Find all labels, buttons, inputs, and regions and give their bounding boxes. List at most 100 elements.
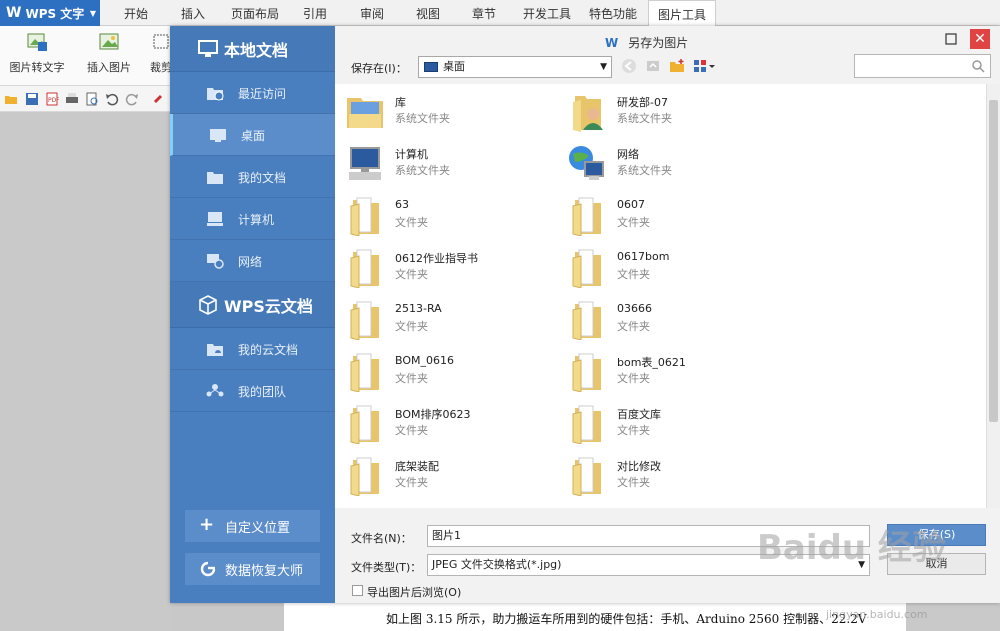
crop-label: 裁剪 <box>150 61 172 74</box>
custom-location-label: 自定义位置 <box>225 520 291 536</box>
file-type: 系统文件夹 <box>617 164 672 177</box>
document-text: 如上图 3.15 所示，助力搬运车所用到的硬件包括：手机、Arduino 256… <box>386 612 867 626</box>
pdf-icon[interactable]: PDF <box>45 92 59 106</box>
view-menu-icon[interactable] <box>693 58 717 74</box>
sidebar-item-label: 计算机 <box>238 213 275 227</box>
cube-icon <box>199 294 217 315</box>
sidebar-item-my-documents[interactable]: 我的文档 <box>170 156 335 198</box>
sidebar-item-my-cloud[interactable]: 我的云文档 <box>170 328 335 370</box>
file-item[interactable]: BOM排序0623 文件夹 <box>339 400 539 445</box>
picture-to-text-button[interactable]: 图片转文字 <box>8 32 66 75</box>
save-as-picture-dialog: 本地文档 最近访问 桌面 我的文档 计算机 网络 WPS云文档 我的云文档 我的… <box>170 26 1000 603</box>
undo-icon[interactable] <box>105 92 119 106</box>
dialog-title: W 另存为图片 <box>605 34 688 51</box>
sidebar-item-recent[interactable]: 最近访问 <box>170 72 335 114</box>
new-folder-icon[interactable] <box>669 58 685 74</box>
sidebar-item-my-team[interactable]: 我的团队 <box>170 370 335 412</box>
file-item[interactable]: 0612作业指导书 文件夹 <box>339 244 539 289</box>
sidebar-item-computer[interactable]: 计算机 <box>170 198 335 240</box>
file-name: 2513-RA <box>395 302 442 315</box>
file-name: BOM_0616 <box>395 354 454 367</box>
tab-insert[interactable]: 插入 <box>181 0 205 26</box>
vertical-scrollbar[interactable] <box>986 84 1000 508</box>
data-recovery-button[interactable]: 数据恢复大师 <box>185 553 320 585</box>
search-input[interactable] <box>854 54 991 78</box>
sidebar-item-network[interactable]: 网络 <box>170 240 335 282</box>
file-item[interactable]: 网络 系统文件夹 <box>561 140 761 184</box>
cloud-docs-header[interactable]: WPS云文档 <box>170 282 335 328</box>
crop-icon <box>153 34 169 49</box>
file-type: 文件夹 <box>395 476 428 489</box>
cloud-docs-label: WPS云文档 <box>224 296 313 316</box>
file-item[interactable]: 03666 文件夹 <box>561 296 761 341</box>
print-icon[interactable] <box>65 92 79 106</box>
custom-location-button[interactable]: + 自定义位置 <box>185 510 320 542</box>
file-item[interactable]: 对比修改 文件夹 <box>561 452 761 497</box>
file-name: BOM排序0623 <box>395 408 471 421</box>
up-folder-icon[interactable] <box>645 58 661 74</box>
print-preview-icon[interactable] <box>85 92 99 106</box>
file-type: 文件夹 <box>617 216 650 229</box>
tab-special[interactable]: 特色功能 <box>589 0 637 26</box>
save-in-label: 保存在(I)： <box>351 62 407 75</box>
file-name: 百度文库 <box>617 408 661 421</box>
tab-developer[interactable]: 开发工具 <box>523 0 571 26</box>
file-item[interactable]: 底架装配 文件夹 <box>339 452 539 497</box>
file-item[interactable]: bom表_0621 文件夹 <box>561 348 761 393</box>
file-item[interactable]: BOM_0616 文件夹 <box>339 348 539 393</box>
file-type: 系统文件夹 <box>617 112 672 125</box>
tab-references[interactable]: 引用 <box>303 0 327 26</box>
format-painter-icon[interactable] <box>152 92 166 106</box>
file-item[interactable]: 计算机 系统文件夹 <box>339 140 539 184</box>
folder-icon <box>345 298 385 341</box>
sidebar-item-label: 最近访问 <box>238 87 287 101</box>
file-item[interactable]: 0617bom 文件夹 <box>561 244 761 289</box>
team-icon <box>206 384 224 397</box>
folder-icon <box>207 172 223 184</box>
open-icon[interactable] <box>4 92 18 106</box>
preview-checkbox-label: 导出图片后浏览(O) <box>367 586 462 599</box>
filetype-label: 文件类型(T)： <box>351 561 422 574</box>
file-item[interactable]: 63 文件夹 <box>339 192 539 237</box>
redo-icon[interactable] <box>125 92 139 106</box>
tab-review[interactable]: 审阅 <box>360 0 384 26</box>
wps-app-menu[interactable]: W WPS 文字 ▼ <box>0 0 100 26</box>
insert-picture-button[interactable]: 插入图片 <box>80 32 138 75</box>
file-type: 文件夹 <box>395 320 428 333</box>
tab-page-layout[interactable]: 页面布局 <box>231 0 279 26</box>
file-item[interactable]: 百度文库 文件夹 <box>561 400 761 445</box>
file-item[interactable]: 2513-RA 文件夹 <box>339 296 539 341</box>
document-background <box>0 112 172 631</box>
file-name: bom表_0621 <box>617 356 686 369</box>
insert-picture-label: 插入图片 <box>87 61 131 74</box>
file-item[interactable]: 0607 文件夹 <box>561 192 761 237</box>
folder-icon <box>345 454 385 497</box>
preview-checkbox[interactable] <box>352 585 363 596</box>
local-docs-label: 本地文档 <box>224 40 289 60</box>
back-icon[interactable] <box>621 58 637 74</box>
close-button[interactable]: ✕ <box>970 29 990 49</box>
sidebar-item-label: 我的文档 <box>238 171 287 185</box>
tab-picture-tools[interactable]: 图片工具 <box>648 0 717 26</box>
sidebar-item-desktop[interactable]: 桌面 <box>170 114 335 156</box>
scrollbar-thumb[interactable] <box>989 100 998 422</box>
file-type: 文件夹 <box>617 424 650 437</box>
file-item[interactable]: 库系统文件夹 <box>339 88 539 132</box>
crop-button[interactable]: 裁剪 <box>150 32 172 75</box>
filename-label: 文件名(N)： <box>351 532 412 545</box>
folder-icon <box>567 402 607 445</box>
wps-logo-icon: W <box>6 5 22 21</box>
menu-bar: W WPS 文字 ▼ 开始 插入 页面布局 引用 审阅 视图 章节 开发工具 特… <box>0 0 1000 26</box>
file-name: 网络 <box>617 148 639 161</box>
save-in-select[interactable]: 桌面 ▼ <box>418 56 612 78</box>
file-type: 文件夹 <box>617 268 650 281</box>
library-icon <box>345 90 385 132</box>
file-type: 文件夹 <box>395 216 428 229</box>
tab-home[interactable]: 开始 <box>124 0 148 26</box>
file-item[interactable]: 研发部-07 系统文件夹 <box>561 88 761 132</box>
tab-view[interactable]: 视图 <box>416 0 440 26</box>
maximize-button[interactable] <box>941 29 961 49</box>
save-icon[interactable] <box>25 92 39 106</box>
tab-chapter[interactable]: 章节 <box>472 0 496 26</box>
local-docs-header[interactable]: 本地文档 <box>170 26 335 72</box>
